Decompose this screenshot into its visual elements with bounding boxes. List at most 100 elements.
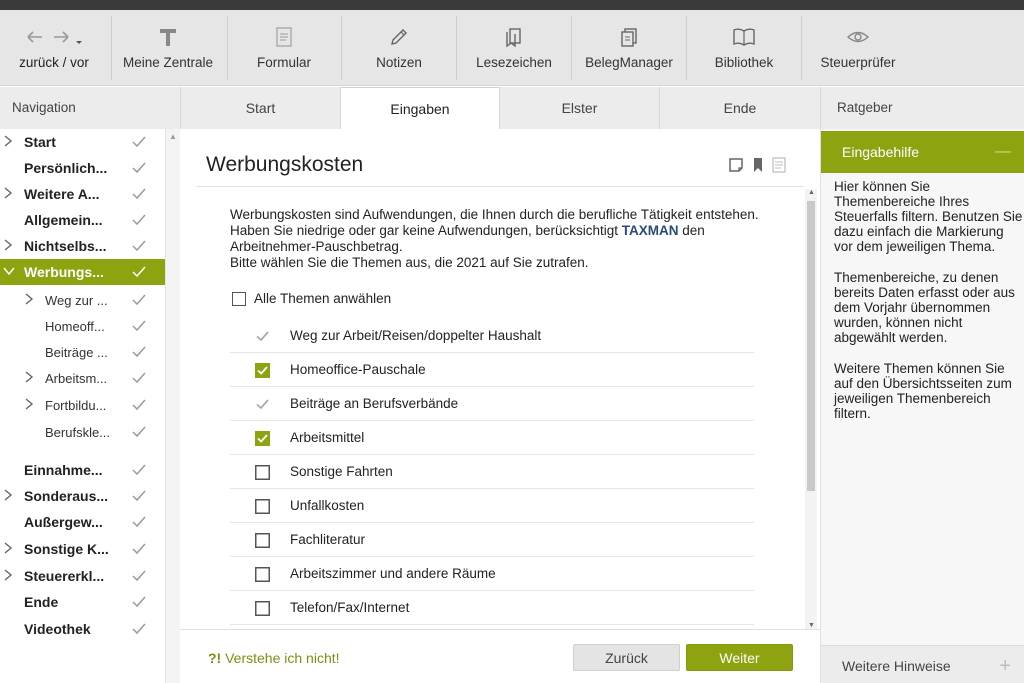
steuerpruefer-button[interactable]: Steuerprüfer: [802, 10, 914, 86]
sidebar-item[interactable]: Homeoff...: [0, 313, 165, 339]
chevron-right-icon[interactable]: [3, 134, 13, 150]
sidebar-item[interactable]: Arbeitsm...: [0, 365, 165, 391]
topic-checkbox[interactable]: [255, 431, 270, 446]
topic-row[interactable]: Unfallkosten: [230, 489, 754, 523]
topic-row[interactable]: Arbeitszimmer und andere Räume: [230, 557, 754, 591]
topic-checkbox[interactable]: [255, 499, 270, 514]
tab-ende[interactable]: Ende: [659, 87, 820, 129]
back-forward-button[interactable]: zurück / vor: [0, 10, 108, 86]
select-all-checkbox[interactable]: [232, 291, 246, 306]
expand-icon[interactable]: +: [999, 646, 1011, 683]
back-button[interactable]: Zurück: [573, 644, 680, 671]
topic-label: Weg zur Arbeit/Reisen/doppelter Haushalt: [290, 328, 542, 343]
sidebar-item[interactable]: Beiträge ...: [0, 339, 165, 365]
tab-eingaben[interactable]: Eingaben: [340, 87, 499, 129]
sidebar-item[interactable]: Berufskle...: [0, 419, 165, 445]
sidebar-item[interactable]: Start: [0, 129, 165, 155]
topic-label: Sonstige Fahrten: [290, 464, 393, 479]
form-icon: [275, 24, 293, 50]
sidebar-item[interactable]: Sonderaus...: [0, 483, 165, 509]
arrows-icon: [24, 24, 84, 50]
check-icon: [131, 621, 147, 637]
bookmark-icon[interactable]: [752, 157, 764, 176]
chevron-right-icon[interactable]: [3, 568, 13, 584]
lesezeichen-button[interactable]: Lesezeichen: [457, 10, 571, 86]
topic-checkbox[interactable]: [255, 329, 270, 344]
chevron-down-icon[interactable]: [3, 264, 15, 280]
help-paragraph: Weitere Themen können Sie auf den Übersi…: [834, 361, 1012, 421]
topic-row[interactable]: Weg zur Arbeit/Reisen/doppelter Haushalt: [230, 319, 754, 353]
sidebar-item-label: Start: [24, 134, 56, 150]
scroll-up-icon[interactable]: ▲: [808, 189, 815, 196]
back-forward-label: zurück / vor: [19, 55, 89, 70]
topic-checkbox[interactable]: [255, 533, 270, 548]
sidebar-item-label: Persönlich...: [24, 160, 108, 176]
sidebar-item-label: Sonstige K...: [24, 541, 109, 557]
eingabehilfe-body: Hier können Sie Themenbereiche Ihres Ste…: [834, 179, 1024, 437]
tab-elster[interactable]: Elster: [499, 87, 659, 129]
topic-row[interactable]: Telefon/Fax/Internet: [230, 591, 754, 625]
notizen-button[interactable]: Notizen: [342, 10, 456, 86]
sidebar-scrollbar[interactable]: ▲: [165, 129, 180, 683]
main-scrollbar[interactable]: ▲ ▼: [805, 189, 817, 629]
scroll-down-icon[interactable]: ▼: [808, 622, 815, 629]
eingabehilfe-header[interactable]: Eingabehilfe —: [821, 131, 1024, 173]
form-icon[interactable]: [772, 157, 786, 176]
help-paragraph: Hier können Sie Themenbereiche Ihres Ste…: [834, 179, 1023, 254]
topic-row[interactable]: Fachliteratur: [230, 523, 754, 557]
check-icon: [131, 370, 147, 386]
bookmarks-icon: [503, 24, 525, 50]
sidebar-item[interactable]: Persönlich...: [0, 155, 165, 181]
sidebar-item[interactable]: Ende: [0, 589, 165, 615]
bibliothek-button[interactable]: Bibliothek: [687, 10, 801, 86]
topic-row[interactable]: Homeoffice-Pauschale: [230, 353, 754, 387]
chevron-right-icon[interactable]: [24, 397, 34, 413]
sidebar-item-label: Werbungs...: [24, 264, 104, 280]
topic-checkbox[interactable]: [255, 397, 270, 412]
topic-row[interactable]: Sonstige Fahrten: [230, 455, 754, 489]
chevron-right-icon[interactable]: [3, 488, 13, 504]
help-link-prefix: ?!: [208, 650, 222, 666]
next-button[interactable]: Weiter: [686, 644, 793, 671]
chevron-right-icon[interactable]: [3, 541, 13, 557]
sidebar-item[interactable]: Fortbildu...: [0, 392, 165, 418]
chevron-right-icon[interactable]: [24, 292, 34, 308]
topic-checkbox[interactable]: [255, 465, 270, 480]
main-content: Werbungskosten Werbungskosten sind Aufwe…: [180, 129, 820, 683]
scrollbar-thumb[interactable]: [807, 201, 815, 491]
sidebar-item[interactable]: Allgemein...: [0, 207, 165, 233]
meine-zentrale-button[interactable]: Meine Zentrale: [112, 10, 224, 86]
sidebar-item[interactable]: Außergew...: [0, 509, 165, 535]
check-icon: [131, 344, 147, 360]
sidebar-item[interactable]: Weitere A...: [0, 181, 165, 207]
sidebar-item[interactable]: Weg zur ...: [0, 287, 165, 313]
select-all-row[interactable]: Alle Themen anwählen: [232, 291, 391, 306]
help-link[interactable]: ?! Verstehe ich nicht!: [208, 650, 340, 666]
topic-row[interactable]: Beiträge an Berufsverbände: [230, 387, 754, 421]
sidebar-item[interactable]: Videothek: [0, 616, 165, 642]
tab-start[interactable]: Start: [180, 87, 340, 129]
topic-label: Fachliteratur: [290, 532, 366, 547]
sidebar-item[interactable]: Werbungs...: [0, 259, 165, 285]
sidebar-item[interactable]: Nichtselbs...: [0, 233, 165, 259]
topic-checkbox[interactable]: [255, 601, 270, 616]
chevron-right-icon[interactable]: [3, 238, 13, 254]
check-icon: [131, 462, 147, 478]
formular-button[interactable]: Formular: [228, 10, 340, 86]
sidebar-item-label: Berufskle...: [45, 424, 111, 440]
belegmanager-button[interactable]: BelegManager: [572, 10, 686, 86]
weitere-hinweise-header[interactable]: Weitere Hinweise +: [821, 645, 1024, 683]
collapse-icon[interactable]: —: [995, 131, 1011, 173]
topic-checkbox[interactable]: [255, 363, 270, 378]
scroll-up-icon[interactable]: ▲: [169, 132, 177, 141]
chevron-right-icon[interactable]: [24, 370, 34, 386]
topic-row[interactable]: Arbeitsmittel: [230, 421, 754, 455]
sidebar-item[interactable]: Einnahme...: [0, 457, 165, 483]
topic-checkbox[interactable]: [255, 567, 270, 582]
note-icon[interactable]: [728, 157, 744, 176]
chevron-right-icon[interactable]: [3, 186, 13, 202]
sidebar-item-label: Außergew...: [24, 514, 103, 530]
sidebar-item[interactable]: Sonstige K...: [0, 536, 165, 562]
pencil-icon: [388, 24, 410, 50]
sidebar-item[interactable]: Steuererkl...: [0, 563, 165, 589]
